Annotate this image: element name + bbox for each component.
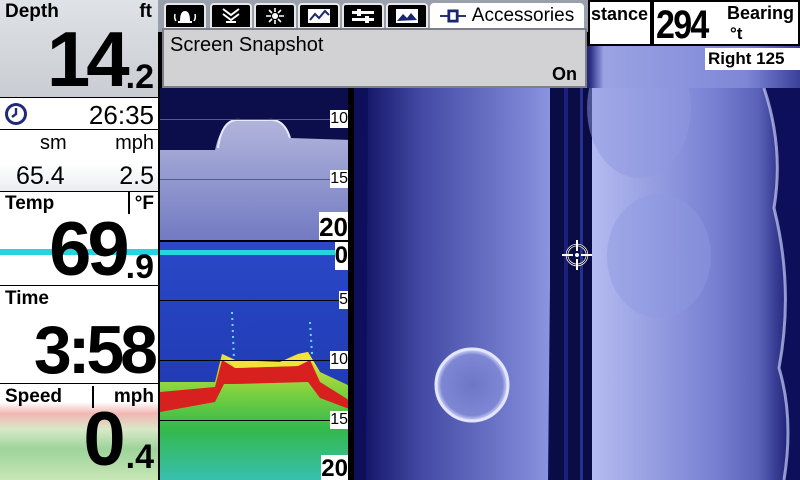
down-imaging-pane: 10 15 20 (160, 88, 352, 240)
elapsed-time-readout: Time 3:58 (0, 286, 158, 384)
trip-speed-value: 2.5 (119, 162, 154, 190)
depth-value: 14 .2 (46, 15, 154, 98)
divider (128, 192, 130, 214)
bearing-unit: °t (730, 24, 743, 43)
trip-speed-unit: mph (115, 132, 154, 154)
sonar-2d-pane: 0 5 10 15 20 (160, 242, 352, 480)
di-depth-label-15: 15 (330, 170, 348, 188)
tab-setup[interactable] (342, 3, 384, 29)
tab-chart[interactable] (298, 3, 340, 29)
views-icon (396, 9, 418, 23)
distance-box: stance (588, 0, 652, 46)
speed-readout: Speed mph 0 .4 (0, 384, 158, 480)
di-depth-label-20: 20 (319, 212, 348, 240)
sonar-2d-view (160, 242, 352, 480)
sonar-depth-label-10: 10 (330, 351, 348, 369)
depth-unit: ft (139, 1, 152, 22)
tab-accessories-label: Accessories (471, 5, 575, 26)
side-imaging-icon (266, 8, 284, 24)
chart-icon (308, 9, 330, 23)
screen-snapshot-popup[interactable]: Screen Snapshot On (162, 28, 587, 88)
popup-title: Screen Snapshot (170, 34, 324, 56)
distance-label: stance (590, 4, 648, 24)
depth-gridline (160, 119, 352, 120)
tab-accessories[interactable]: Accessories (430, 3, 584, 29)
water-temp-readout: Temp °F 69 .9 (0, 192, 158, 286)
bearing-value: 294 (656, 3, 709, 47)
side-imaging-view (354, 88, 800, 480)
depth-readout: Depth ft 14 .2 (0, 0, 158, 98)
screen-snapshot-toggle[interactable]: On (552, 64, 577, 85)
sonar-depth-label-0: 0 (334, 242, 348, 270)
depth-gridline (160, 360, 352, 361)
speed-whole: 0 (83, 397, 126, 480)
side-range-label: Right 125 (708, 49, 785, 68)
bearing-label: Bearing (726, 3, 794, 23)
temp-value: 69 .9 (49, 207, 154, 286)
speed-decimal: .4 (125, 438, 154, 477)
alarm-icon (173, 11, 197, 23)
side-imaging-pane (354, 88, 800, 480)
depth-decimal: .2 (125, 58, 154, 97)
temp-label: Temp (5, 193, 55, 214)
trip-distance-unit: sm (40, 132, 67, 154)
temp-decimal: .9 (125, 248, 154, 286)
sonar-depth-label-5: 5 (339, 291, 348, 309)
depth-gridline (160, 300, 352, 301)
sonar-depth-label-20: 20 (321, 455, 348, 480)
digital-readout-panel: Depth ft 14 .2 26:35 sm mph 65.4 2.5 Tem… (0, 0, 158, 480)
tab-sonar[interactable] (210, 3, 252, 29)
depth-gridline (160, 179, 352, 180)
depth-gridline (160, 420, 352, 421)
time-value: 3:58 (33, 312, 158, 384)
bearing-box: 294 Bearing °t (652, 0, 800, 46)
settings-icon (352, 9, 374, 23)
speed-value: 0 .4 (83, 397, 154, 480)
speed-label: Speed (5, 386, 63, 407)
clock-icon (4, 102, 28, 126)
temp-unit: °F (134, 193, 154, 214)
temp-whole: 69 (49, 207, 130, 286)
clock-readout: 26:35 (0, 98, 158, 130)
tab-side-imaging[interactable] (254, 3, 296, 29)
tab-views[interactable] (386, 3, 428, 29)
cursor-crosshair-icon[interactable] (562, 240, 592, 270)
time-label: Time (5, 288, 50, 309)
tab-alarms[interactable] (164, 3, 206, 29)
clock-value: 26:35 (88, 100, 154, 130)
sonar-depth-label-15: 15 (330, 411, 348, 429)
side-range-box: Right 125 (705, 48, 800, 70)
sonar-icon (222, 8, 240, 23)
di-depth-label-10: 10 (330, 110, 348, 128)
trip-distance-value: 65.4 (16, 162, 65, 190)
depth-whole: 14 (46, 15, 130, 98)
accessory-icon (439, 9, 466, 23)
trip-log-readout: sm mph 65.4 2.5 (0, 130, 158, 192)
